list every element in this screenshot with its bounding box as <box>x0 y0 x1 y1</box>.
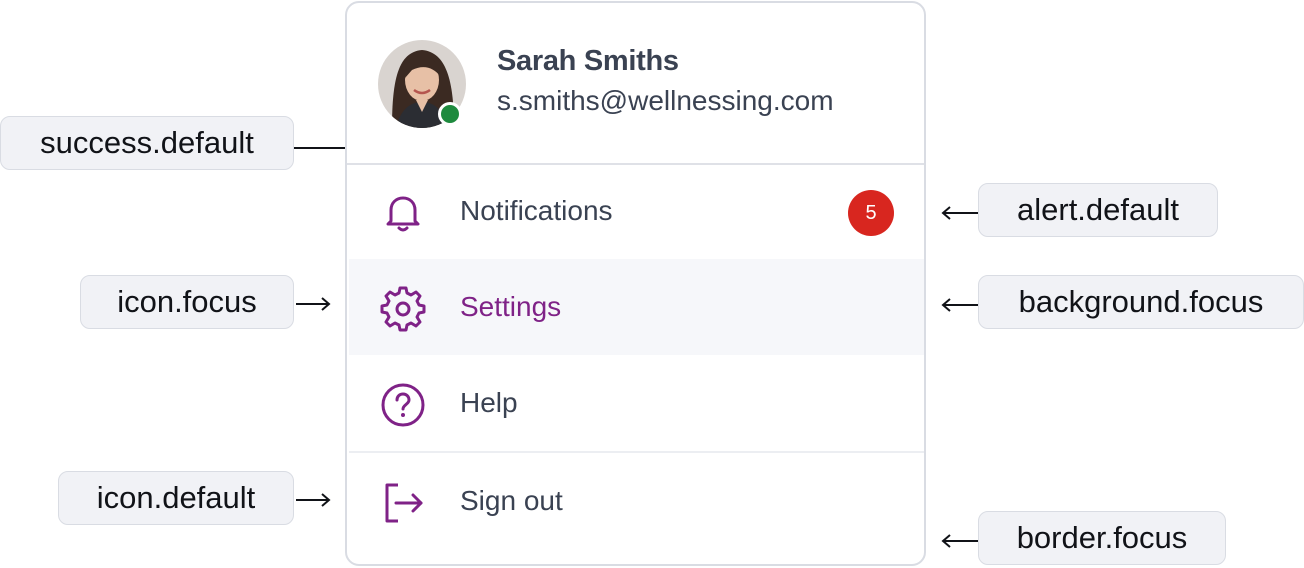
icon-focus-arrow <box>296 297 331 311</box>
sign-out-icon <box>385 483 423 523</box>
avatar[interactable] <box>378 40 466 128</box>
background-focus-arrow <box>941 298 978 312</box>
profile-header: Sarah Smiths s.smiths@wellnessing.com <box>347 3 924 165</box>
bell-icon <box>386 196 420 232</box>
menu-item-settings-label: Settings <box>460 291 562 322</box>
annotation-success-default: success.default <box>0 116 294 170</box>
help-circle-icon <box>381 383 425 427</box>
annotation-icon-focus: icon.focus <box>80 275 294 329</box>
menu-item-notifications-label: Notifications <box>460 195 613 226</box>
menu-item-settings[interactable]: Settings <box>349 259 924 355</box>
menu-item-sign-out[interactable]: Sign out <box>349 453 924 549</box>
annotation-background-focus: background.focus <box>978 275 1304 329</box>
annotation-border-focus: border.focus <box>978 511 1226 565</box>
user-email: s.smiths@wellnessing.com <box>497 85 834 116</box>
user-menu-dropdown: Sarah Smiths s.smiths@wellnessing.com No… <box>345 1 926 566</box>
menu-item-notifications[interactable]: Notifications 5 <box>349 163 924 259</box>
alert-default-arrow <box>941 206 978 220</box>
annotation-icon-default: icon.default <box>58 471 294 525</box>
menu-item-help-label: Help <box>460 387 518 418</box>
online-status-indicator <box>438 102 462 126</box>
annotation-alert-default: alert.default <box>978 183 1218 237</box>
border-focus-arrow <box>941 534 978 548</box>
icon-default-arrow <box>296 493 331 507</box>
menu-item-sign-out-label: Sign out <box>460 485 563 516</box>
notification-count-badge: 5 <box>848 190 894 236</box>
gear-icon <box>380 286 426 332</box>
menu-item-help[interactable]: Help <box>349 355 924 451</box>
user-name: Sarah Smiths <box>497 45 679 77</box>
